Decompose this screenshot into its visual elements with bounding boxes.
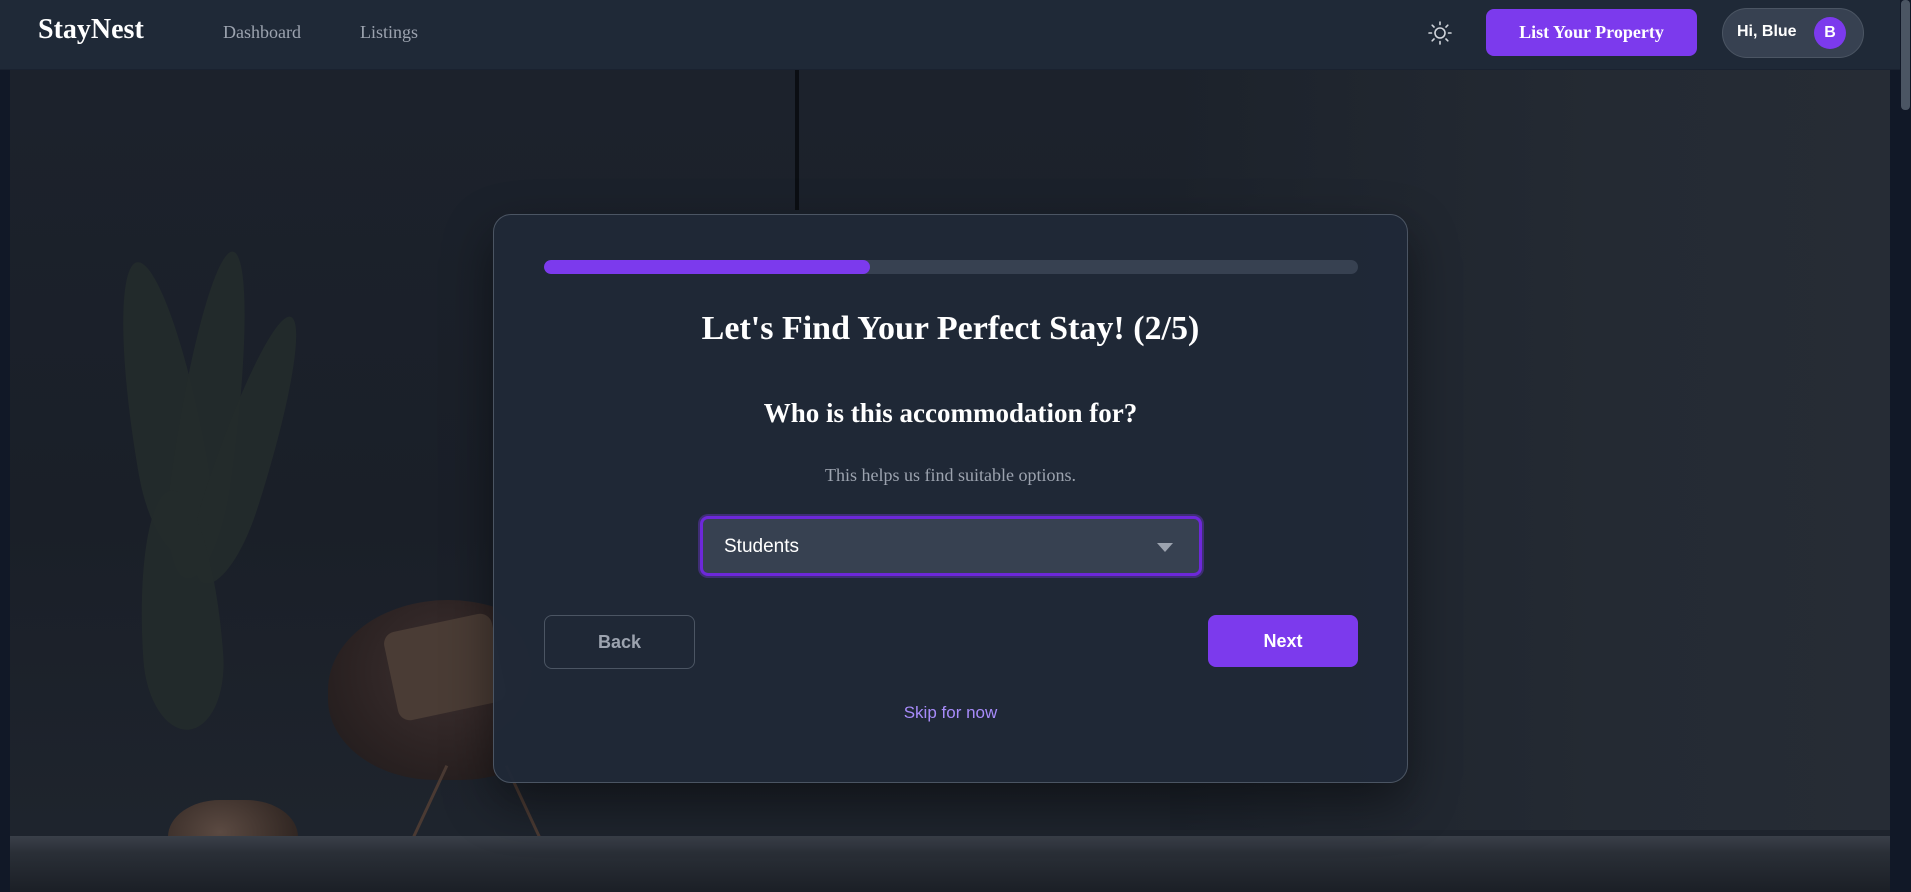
avatar: B — [1814, 17, 1846, 49]
page: StayNest Dashboard Listings List Your Pr… — [0, 0, 1911, 892]
question-heading: Who is this accommodation for? — [763, 398, 1138, 428]
list-property-button[interactable]: List Your Property — [1486, 9, 1697, 56]
nav-link-listings[interactable]: Listings — [360, 22, 418, 43]
skip-link[interactable]: Skip for now — [494, 703, 1407, 723]
audience-select[interactable]: Students — [700, 516, 1202, 576]
progress-bar — [544, 260, 1358, 274]
top-navbar: StayNest Dashboard Listings List Your Pr… — [0, 0, 1911, 70]
question-hint: This helps us find suitable options. — [825, 465, 1076, 485]
user-greeting: Hi, Blue — [1737, 23, 1797, 40]
progress-bar-fill — [544, 260, 870, 274]
scrollbar-track[interactable] — [1900, 0, 1911, 892]
sun-icon[interactable] — [1427, 20, 1453, 46]
onboarding-card: Let's Find Your Perfect Stay! (2/5) Who … — [493, 214, 1408, 783]
background-pole — [795, 70, 799, 210]
caret-down-icon — [1157, 543, 1173, 552]
scrollbar-thumb[interactable] — [1901, 0, 1910, 110]
nav-link-dashboard[interactable]: Dashboard — [223, 22, 301, 43]
back-button[interactable]: Back — [544, 615, 695, 669]
audience-select-value: Students — [724, 536, 799, 557]
background-floor — [10, 836, 1890, 892]
next-button[interactable]: Next — [1208, 615, 1358, 667]
user-menu[interactable]: Hi, Blue B — [1722, 8, 1864, 58]
onboarding-title: Let's Find Your Perfect Stay! (2/5) — [701, 310, 1200, 347]
logo[interactable]: StayNest — [38, 14, 144, 46]
